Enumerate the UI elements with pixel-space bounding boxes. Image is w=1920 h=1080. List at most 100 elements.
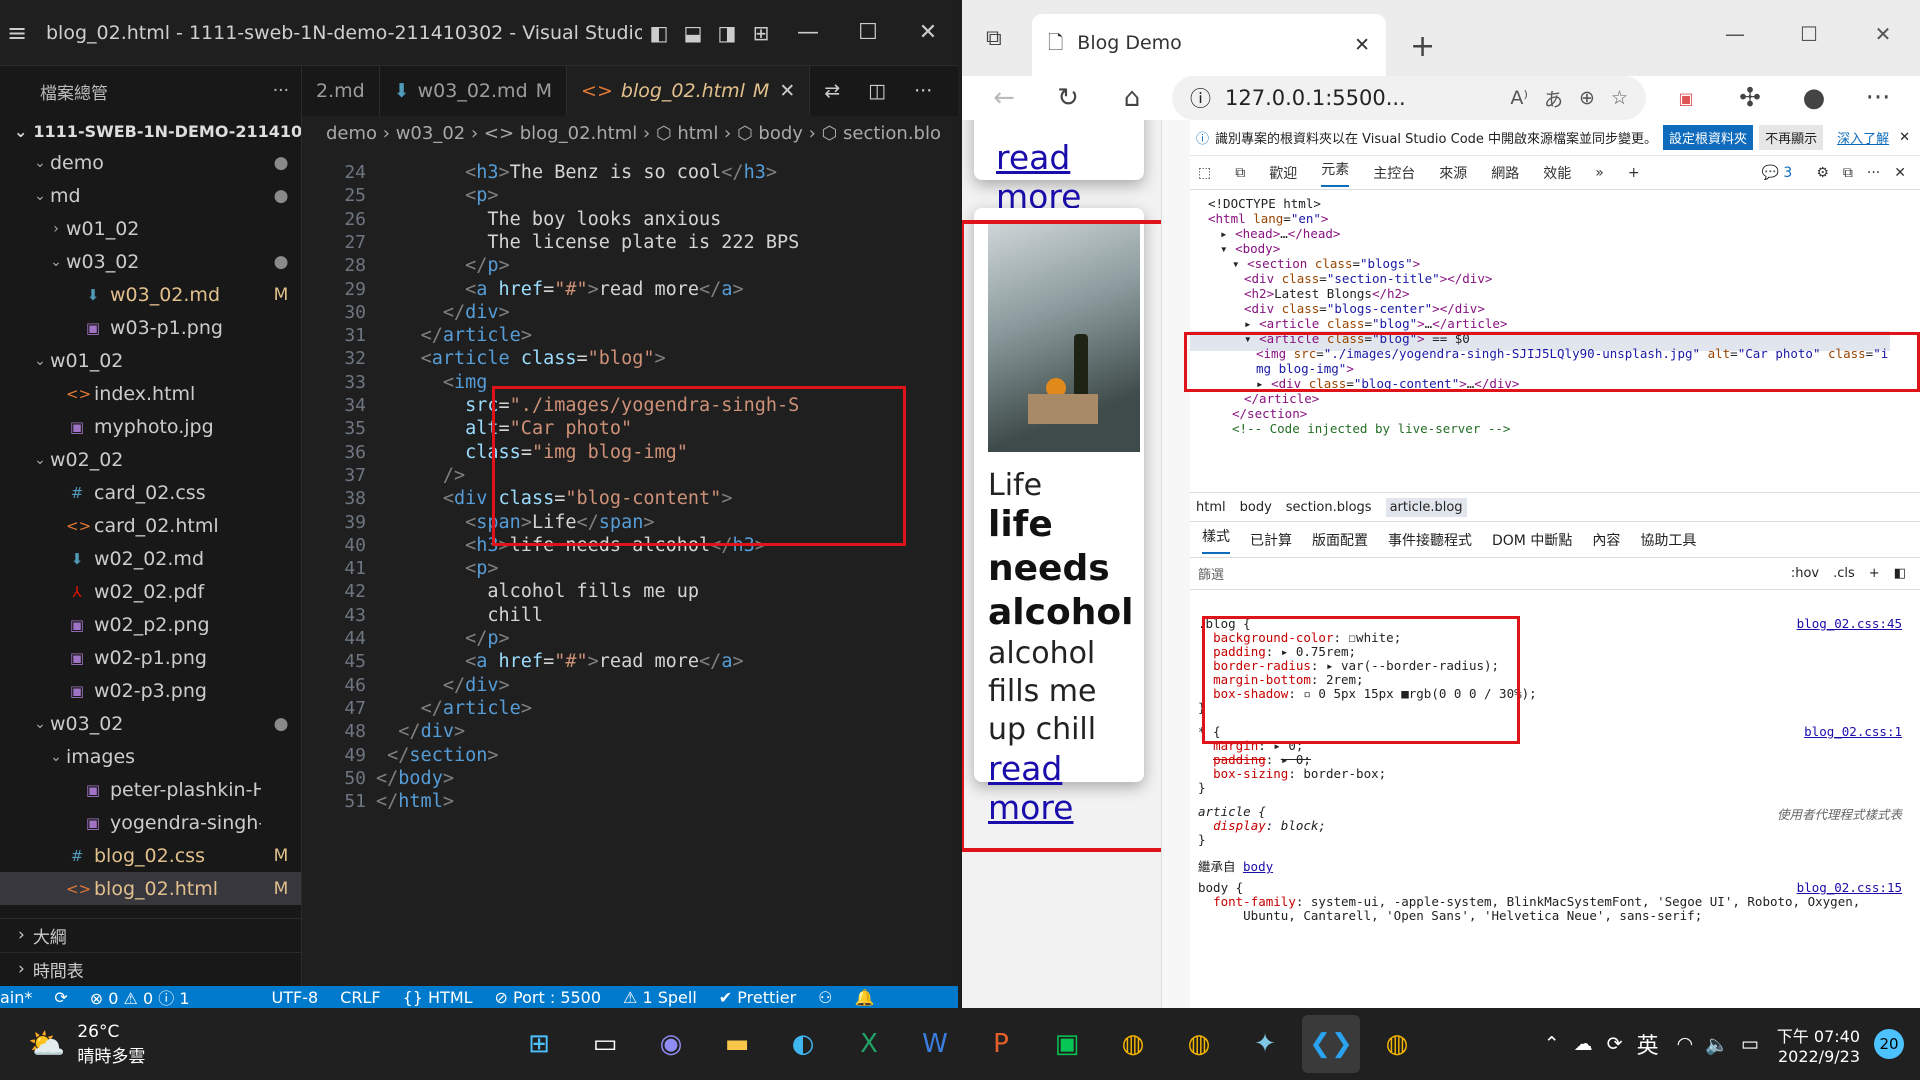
clock[interactable]: 下午 07:40 2022/9/23 [1777,1023,1860,1066]
language-status[interactable]: {} HTML [403,988,473,1007]
file-tree-item[interactable]: › w01_02 [0,212,301,245]
port-status[interactable]: ⊘ Port : 5500 [495,988,602,1007]
more-menu-icon[interactable]: ··· [1846,83,1910,113]
timeline-section[interactable]: › 時間表 [0,952,302,985]
prettier-status[interactable]: ✔ Prettier [719,988,796,1007]
close-button[interactable]: ✕ [898,20,958,45]
weather-widget[interactable]: ⛅ 26°C 晴時多雲 [0,1022,300,1067]
read-more-link[interactable]: read more [996,138,1144,216]
toggle-secondary-sidebar-icon[interactable]: ◨ [710,21,744,45]
edge-icon[interactable]: ◐ [774,1015,832,1073]
code-line[interactable]: The boy looks anxious [376,209,721,230]
stylesheet-link[interactable]: blog_02.css:45 [1797,616,1902,631]
extension-icon[interactable]: ▣ [1654,89,1718,108]
file-tree-item[interactable]: <> card_02.html [0,509,301,542]
maximize-button[interactable]: ☐ [838,20,898,45]
close-tab-icon[interactable]: ✕ [779,80,795,102]
file-tree-item[interactable]: ▣ myphoto.jpg [0,410,301,443]
file-tree-item[interactable]: ⬇ w02_02.md [0,542,301,575]
menu-icon[interactable]: ≡ [0,19,34,47]
filter-input[interactable]: 篩選 [1198,564,1224,583]
code-line[interactable]: <a href="#">read more</a> [376,279,744,300]
more-tabs-icon[interactable]: » [1595,165,1604,181]
chrome-profile-icon[interactable]: ◍ [1170,1015,1228,1073]
excel-icon[interactable]: X [840,1015,898,1073]
styles-tab[interactable]: 協助工具 [1640,530,1696,550]
file-tree-item[interactable]: ▣ w03-p1.png [0,311,301,344]
code-line[interactable]: </div> [376,675,510,696]
code-line[interactable]: </html> [376,791,454,812]
dom-node[interactable]: <h2>Latest Blongs</h2> [1244,286,1410,301]
outline-section[interactable]: › 大綱 [0,918,302,951]
css-rule-line[interactable]: 繼承自 body [1198,856,1273,875]
dom-node[interactable]: ▾ <section class="blogs"> [1232,256,1420,271]
toggle-panel-icon[interactable]: ⬓ [676,21,710,45]
code-editor[interactable]: 24 <h3>The Benz is so cool</h3> 25 <p> 26 … [302,152,958,986]
styles-tab[interactable]: 版面配置 [1312,530,1368,550]
sync-icon[interactable]: ⟳ [1607,1033,1623,1055]
accounts-icon[interactable]: ⚇ [818,988,832,1007]
editor-tab[interactable]: 2.md [302,66,380,116]
close-icon[interactable]: ✕ [1899,130,1910,145]
issues-badge[interactable]: 💬 3 [1762,165,1793,181]
css-rule-line[interactable]: padding: ▸ 0; [1198,752,1311,767]
styles-tab[interactable]: DOM 中斷點 [1492,530,1572,550]
add-tool-icon[interactable]: + [1628,165,1640,181]
word-icon[interactable]: W [906,1015,964,1073]
favorite-icon[interactable]: ☆ [1611,87,1628,109]
avatar[interactable]: ● [1782,83,1846,113]
dom-node[interactable]: ▾ <body> [1220,241,1280,256]
dom-crumb[interactable]: section.blogs [1286,500,1372,515]
tab-actions-icon[interactable]: ⧉ [986,26,1002,51]
file-tree-item[interactable]: # blog_02.css M [0,839,301,872]
dom-node[interactable]: </article> [1244,391,1319,406]
split-editor-icon[interactable]: ◫ [854,66,900,116]
file-tree-item[interactable]: ⌄ md ● [0,179,301,212]
dom-crumb[interactable]: body [1240,500,1272,515]
code-line[interactable]: <a href="#">read more</a> [376,651,744,672]
minimize-button[interactable]: — [1698,22,1772,46]
dont-show-again-button[interactable]: 不再顯示 [1759,125,1824,150]
dom-node[interactable]: <div class="section-title"></div> [1244,271,1492,286]
file-tree-item[interactable]: ⬇ w03_02.md M [0,278,301,311]
file-tree-item[interactable]: ▣ w02_p2.png [0,608,301,641]
read-aloud-icon[interactable]: A⁾ [1510,87,1528,109]
dom-node[interactable]: <div class="blogs-center"></div> [1244,301,1485,316]
code-line[interactable]: /> [376,465,465,486]
ime-indicator[interactable]: 英 [1637,1028,1659,1060]
css-rule-line[interactable]: box-sizing: border-box; [1198,766,1386,781]
extensions-icon[interactable]: ✣ [1718,83,1782,113]
info-icon[interactable]: ⓘ [1190,83,1211,113]
code-line[interactable]: </div> [376,721,465,742]
dom-node[interactable]: </section> [1232,406,1307,421]
stylesheet-link[interactable]: blog_02.css:1 [1804,724,1902,739]
code-line[interactable]: </section> [376,745,498,766]
styles-tab[interactable]: 內容 [1592,530,1620,550]
css-rule-line[interactable]: } [1198,832,1206,847]
file-tree-item[interactable]: ⌄ w03_02 ● [0,707,301,740]
set-root-folder-button[interactable]: 設定根資料夾 [1663,125,1754,150]
new-tab-icon[interactable]: + [1410,29,1435,64]
dom-crumb[interactable]: article.blog [1385,497,1467,517]
css-rule-line[interactable]: Ubuntu, Cantarell, 'Open Sans', 'Helveti… [1198,908,1702,923]
toggle-sidebar-icon[interactable]: ◧ [642,21,676,45]
learn-more-link[interactable]: 深入了解 [1837,128,1889,147]
file-tree-item[interactable]: <> index.html [0,377,301,410]
app-icon[interactable]: ✦ [1236,1015,1294,1073]
home-icon[interactable]: ⌂ [1100,83,1164,113]
code-line[interactable]: </article> [376,698,532,719]
file-tree-item[interactable]: ⅄ w02_02.pdf [0,575,301,608]
computed-sidebar-icon[interactable]: ◧ [1894,566,1906,581]
battery-icon[interactable]: ▭ [1741,1033,1759,1055]
code-line[interactable]: </p> [376,255,510,276]
more-menu-icon[interactable]: ··· [1867,165,1880,181]
breadcrumb[interactable]: demo › w03_02 › <> blog_02.html › ⬡ html… [302,116,958,150]
maximize-button[interactable]: ☐ [1772,22,1846,46]
file-tree-item[interactable]: # card_02.css [0,476,301,509]
wifi-icon[interactable]: ◠ [1677,1033,1694,1055]
powerpoint-icon[interactable]: P [972,1015,1030,1073]
code-line[interactable]: <img [376,372,488,393]
file-tree-item[interactable]: ▣ yogendra-singh-SJIJ5... [0,806,301,839]
address-bar[interactable]: ⓘ 127.0.0.1:5500... A⁾ あ ⊕ ☆ [1172,76,1646,120]
devtools-tab[interactable]: 元素 [1321,159,1350,187]
